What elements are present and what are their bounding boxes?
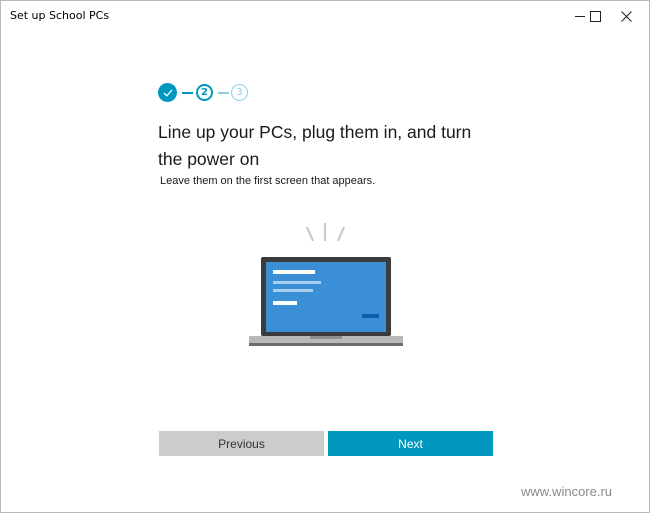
- screen-line: [273, 270, 315, 274]
- previous-button[interactable]: Previous: [159, 431, 324, 456]
- app-window: Set up School PCs 2 3 Line up your PCs, …: [0, 0, 650, 513]
- glow-ray-right: [336, 226, 346, 242]
- next-button[interactable]: Next: [328, 431, 493, 456]
- watermark: www.wincore.ru: [521, 484, 613, 499]
- screen-line: [273, 289, 313, 292]
- page-subtext: Leave them on the first screen that appe…: [160, 175, 376, 187]
- step-2-current: 2: [196, 84, 213, 101]
- maximize-icon: [589, 10, 601, 22]
- title-bar[interactable]: Set up School PCs: [1, 1, 649, 31]
- laptop-notch: [310, 336, 342, 339]
- glow-ray-left: [305, 226, 315, 242]
- close-icon: [620, 10, 632, 22]
- close-button[interactable]: [603, 1, 649, 31]
- checkmark-icon: [163, 89, 172, 97]
- step-3-upcoming: 3: [231, 84, 248, 101]
- step-connector: [182, 92, 193, 94]
- step-1-completed: [158, 83, 177, 102]
- window-title: Set up School PCs: [10, 9, 110, 22]
- screen-button: [362, 314, 379, 318]
- laptop-base-edge: [249, 343, 403, 346]
- screen-line: [273, 281, 321, 284]
- laptop-icon: [249, 223, 403, 346]
- screen-line: [273, 301, 297, 305]
- page-heading: Line up your PCs, plug them in, and turn…: [158, 122, 472, 169]
- step-connector: [218, 92, 229, 94]
